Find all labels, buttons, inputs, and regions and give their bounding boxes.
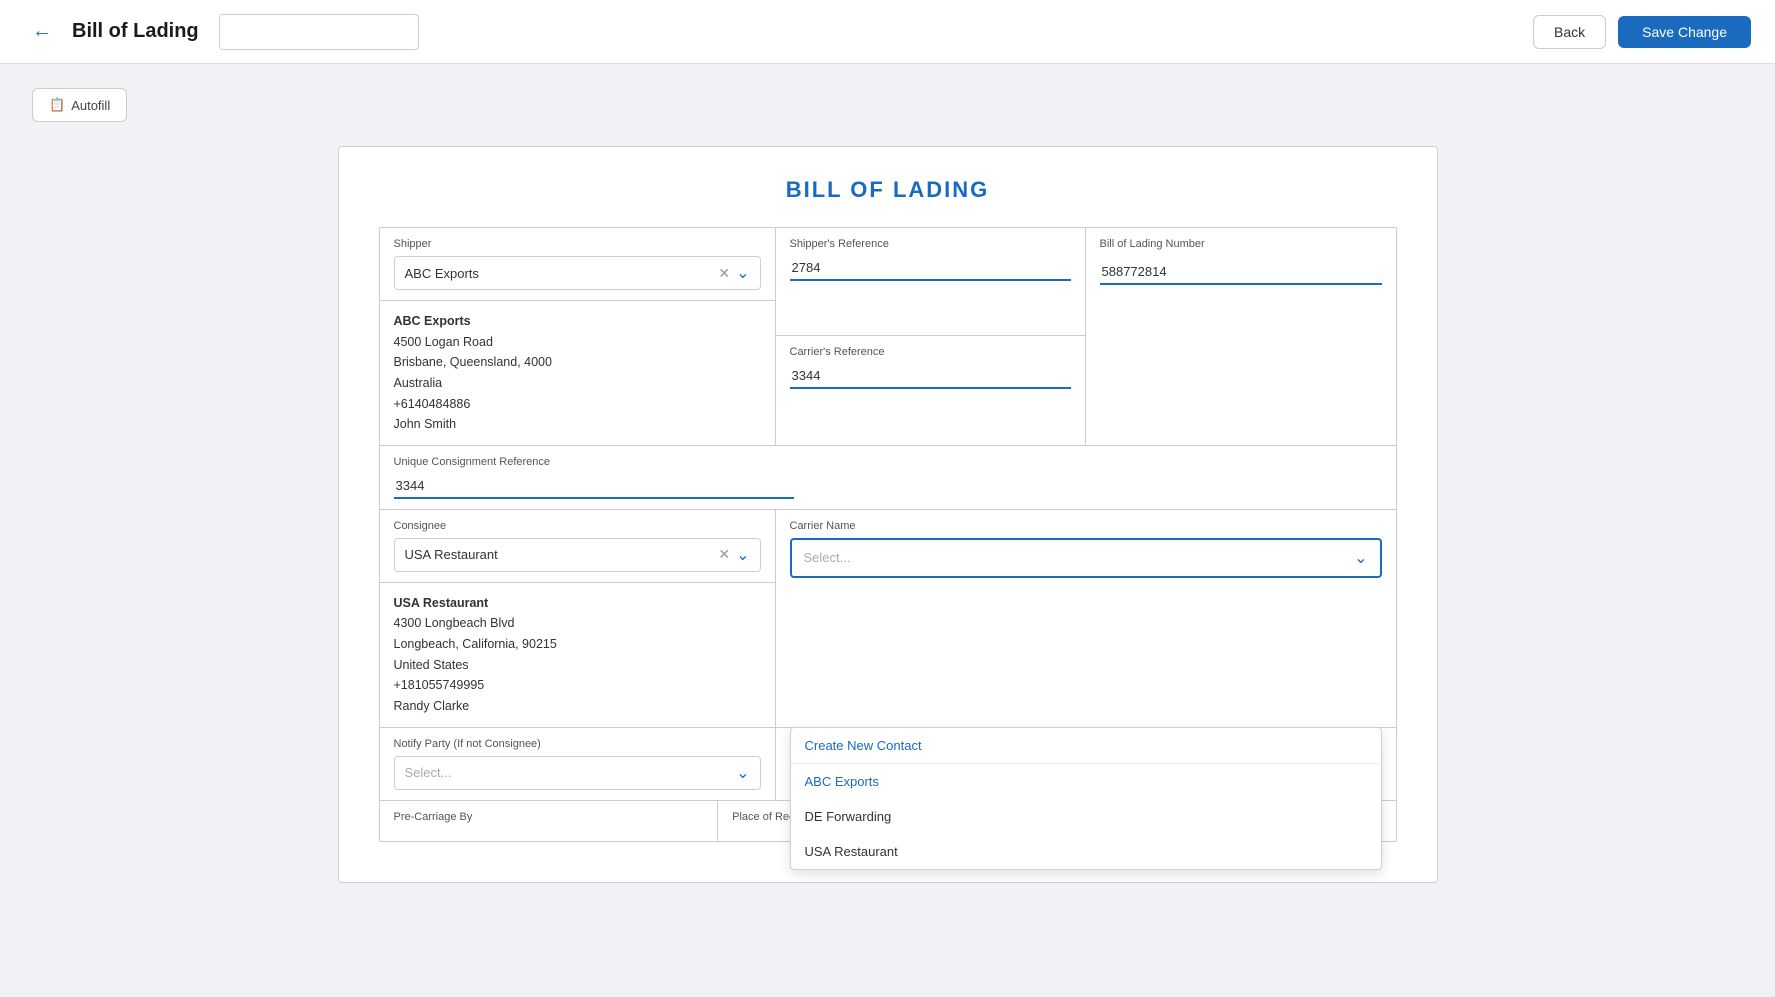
consignee-addr-city: Longbeach, California, 90215 bbox=[394, 634, 761, 655]
consignee-label: Consignee bbox=[394, 520, 761, 532]
notify-label: Notify Party (If not Consignee) bbox=[394, 738, 761, 750]
consignee-addr-name: USA Restaurant bbox=[394, 596, 489, 610]
consignee-dropdown-icon[interactable]: ⌄ bbox=[736, 545, 749, 565]
shipper-select[interactable]: ABC Exports ✕ ⌄ bbox=[394, 256, 761, 290]
consignee-clear-icon[interactable]: ✕ bbox=[718, 546, 730, 563]
consignee-carrier-row: Consignee USA Restaurant ✕ ⌄ USA Restaur… bbox=[380, 510, 1396, 728]
notify-cell: Notify Party (If not Consignee) Select..… bbox=[380, 728, 776, 800]
back-arrow-icon[interactable]: ← bbox=[24, 14, 60, 50]
document-container: BILL OF LADING Shipper ABC Exports ✕ ⌄ bbox=[338, 146, 1438, 883]
carriers-ref-label: Carrier's Reference bbox=[790, 346, 1071, 358]
ucr-input[interactable] bbox=[394, 474, 794, 499]
consignee-addr-country: United States bbox=[394, 655, 761, 676]
shipper-label: Shipper bbox=[394, 238, 761, 250]
shippers-ref-input[interactable] bbox=[790, 256, 1071, 281]
consignee-address: USA Restaurant 4300 Longbeach Blvd Longb… bbox=[380, 583, 775, 727]
shippers-ref-cell: Shipper's Reference bbox=[776, 228, 1085, 336]
bol-label: Bill of Lading Number bbox=[1100, 238, 1382, 250]
doc-title: BILL OF LADING bbox=[379, 177, 1397, 203]
consignee-top: Consignee USA Restaurant ✕ ⌄ bbox=[380, 510, 775, 583]
bol-col: Bill of Lading Number bbox=[1086, 228, 1396, 445]
shipper-dropdown-icon[interactable]: ⌄ bbox=[736, 263, 749, 283]
consignee-column: Consignee USA Restaurant ✕ ⌄ USA Restaur… bbox=[380, 510, 776, 727]
notify-dropdown-icon[interactable]: ⌄ bbox=[736, 763, 749, 783]
dropdown-item-1[interactable]: DE Forwarding bbox=[791, 799, 1381, 834]
consignee-addr-contact: Randy Clarke bbox=[394, 696, 761, 717]
shipper-clear-icon[interactable]: ✕ bbox=[718, 265, 730, 282]
header-search-input[interactable] bbox=[219, 14, 419, 50]
carriers-ref-input[interactable] bbox=[790, 364, 1071, 389]
consignee-select[interactable]: USA Restaurant ✕ ⌄ bbox=[394, 538, 761, 572]
main-content: 📋 Autofill BILL OF LADING Shipper ABC Ex… bbox=[0, 64, 1775, 907]
dropdown-create-new[interactable]: Create New Contact bbox=[791, 728, 1381, 763]
shipper-column: Shipper ABC Exports ✕ ⌄ ABC Exports 4500… bbox=[380, 228, 776, 445]
shipper-addr-name: ABC Exports bbox=[394, 314, 471, 328]
carrier-dropdown-menu: Create New Contact ABC Exports DE Forwar… bbox=[790, 727, 1382, 870]
shipper-address: ABC Exports 4500 Logan Road Brisbane, Qu… bbox=[380, 301, 775, 445]
shipper-row: Shipper ABC Exports ✕ ⌄ ABC Exports 4500… bbox=[380, 228, 1396, 446]
ucr-row: Unique Consignment Reference bbox=[380, 446, 1396, 510]
notify-select[interactable]: Select... ⌄ bbox=[394, 756, 761, 790]
form-grid: Shipper ABC Exports ✕ ⌄ ABC Exports 4500… bbox=[379, 227, 1397, 842]
autofill-label: Autofill bbox=[71, 98, 110, 113]
carrier-name-column: Carrier Name Select... ⌄ Create New Cont… bbox=[776, 510, 1396, 727]
carrier-name-label: Carrier Name bbox=[790, 520, 1382, 532]
shipper-addr-street: 4500 Logan Road bbox=[394, 332, 761, 353]
back-button[interactable]: Back bbox=[1533, 15, 1606, 49]
carrier-name-dropdown-icon[interactable]: ⌄ bbox=[1354, 548, 1367, 568]
shippers-ref-label: Shipper's Reference bbox=[790, 238, 1071, 250]
dropdown-item-2[interactable]: USA Restaurant bbox=[791, 834, 1381, 869]
page-title: Bill of Lading bbox=[72, 20, 199, 43]
carrier-name-placeholder: Select... bbox=[804, 550, 1355, 565]
consignee-addr-street: 4300 Longbeach Blvd bbox=[394, 613, 761, 634]
header: ← Bill of Lading Back Save Change bbox=[0, 0, 1775, 64]
pre-carriage-label: Pre-Carriage By bbox=[394, 811, 704, 823]
ucr-label: Unique Consignment Reference bbox=[394, 456, 1382, 468]
autofill-icon: 📋 bbox=[49, 97, 65, 113]
carrier-name-select[interactable]: Select... ⌄ bbox=[790, 538, 1382, 578]
shipper-addr-contact: John Smith bbox=[394, 414, 761, 435]
bol-input[interactable] bbox=[1100, 260, 1382, 285]
pre-carriage-cell: Pre-Carriage By bbox=[380, 801, 719, 841]
shipper-addr-phone: +6140484886 bbox=[394, 394, 761, 415]
dropdown-item-0[interactable]: ABC Exports bbox=[791, 764, 1381, 799]
shipper-addr-city: Brisbane, Queensland, 4000 bbox=[394, 352, 761, 373]
notify-placeholder: Select... bbox=[405, 765, 737, 780]
save-button[interactable]: Save Change bbox=[1618, 16, 1751, 48]
consignee-addr-phone: +181055749995 bbox=[394, 675, 761, 696]
shipper-top: Shipper ABC Exports ✕ ⌄ bbox=[380, 228, 775, 301]
header-actions: Back Save Change bbox=[1533, 15, 1751, 49]
shippers-ref-col: Shipper's Reference Carrier's Reference bbox=[776, 228, 1086, 445]
shipper-addr-country: Australia bbox=[394, 373, 761, 394]
autofill-button[interactable]: 📋 Autofill bbox=[32, 88, 127, 122]
shipper-select-text: ABC Exports bbox=[405, 266, 719, 281]
carriers-ref-cell: Carrier's Reference bbox=[776, 336, 1085, 444]
consignee-select-text: USA Restaurant bbox=[405, 547, 719, 562]
